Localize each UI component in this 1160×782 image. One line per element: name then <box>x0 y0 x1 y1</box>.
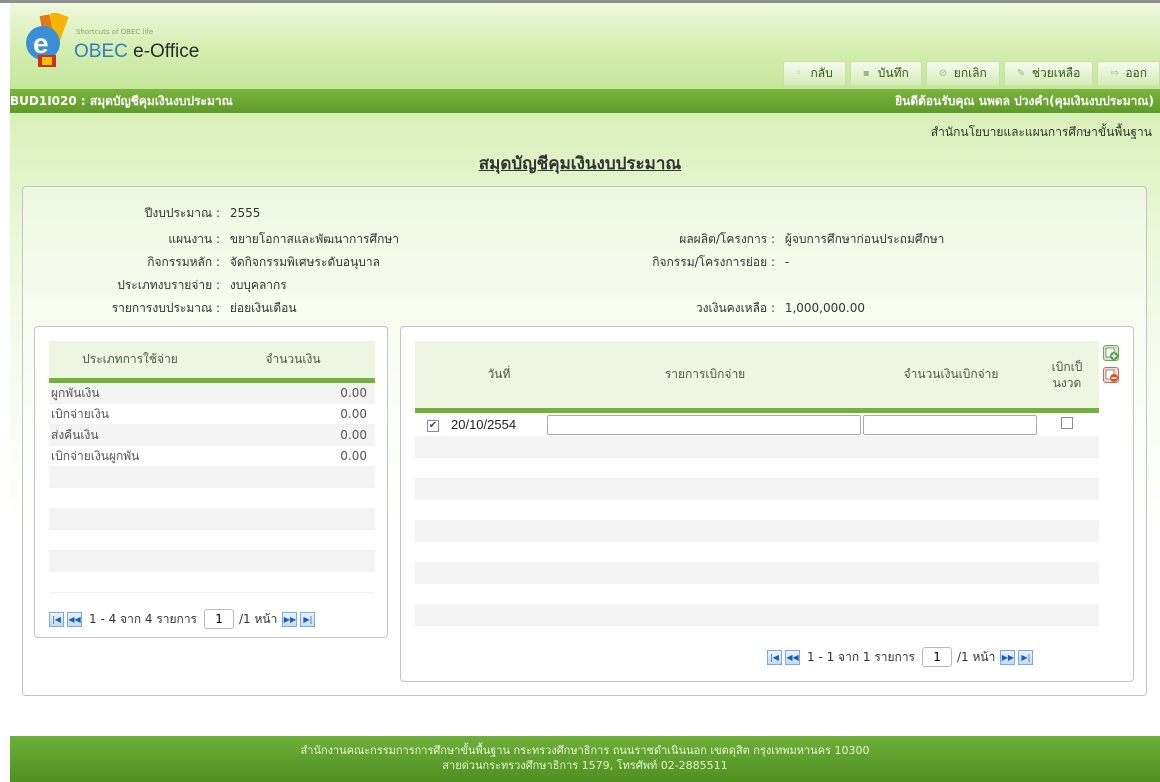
left-page-input[interactable] <box>204 609 235 629</box>
right-pager: |◀ ◀◀ 1 - 1 จาก 1 รายการ /1 หน้า ▶▶ ▶| <box>767 647 1034 667</box>
right-page-input[interactable] <box>922 647 953 667</box>
exit-icon: ⇨ <box>1110 67 1119 79</box>
left-pager: |◀ ◀◀ 1 - 4 จาก 4 รายการ /1 หน้า ▶▶ ▶| <box>49 609 316 629</box>
empty-row <box>415 584 1099 605</box>
col-installment[interactable]: เบิกเป็นงวด <box>1039 359 1095 391</box>
welcome-user: ยินดีต้อนรับคุณ นพดล ปวงคำ(คุมเงินงบประม… <box>895 94 1154 108</box>
last-page-icon[interactable]: ▶| <box>300 611 316 627</box>
app-brand: OBEC e-Office <box>74 41 200 62</box>
page-title: สมุดบัญชีคุมเงินงบประมาณ <box>478 154 682 174</box>
next-page-icon[interactable]: ▶▶ <box>282 611 298 627</box>
left-grid-header: ประเภทการใช้จ่าย จำนวนเงิน <box>49 341 375 383</box>
page-footer: สำนักงานคณะกรรมการการศึกษาขั้นพื้นฐาน กร… <box>10 736 1160 782</box>
info-sub-activity: กิจกรรม/โครงการย่อย : - <box>652 255 790 269</box>
organization-name: สำนักนโยบายและแผนการศึกษาขั้นพื้นฐาน <box>930 125 1152 139</box>
empty-row <box>415 542 1099 563</box>
empty-row <box>415 605 1099 626</box>
delete-row-icon[interactable] <box>1103 367 1119 383</box>
info-plan: แผนงาน : ขยายโอกาสและพัฒนาการศึกษา <box>168 232 400 246</box>
exit-button[interactable]: ⇨ ออก <box>1097 61 1160 85</box>
empty-row <box>49 572 375 593</box>
empty-row <box>415 500 1099 521</box>
next-page-icon[interactable]: ▶▶ <box>1000 649 1016 665</box>
first-page-icon[interactable]: |◀ <box>767 649 782 665</box>
table-row[interactable]: เบิกจ่ายเงินผูกพัน 0.00 <box>49 446 375 467</box>
cancel-button[interactable]: ⊘ ยกเลิก <box>925 61 1000 85</box>
info-main-activity: กิจกรรมหลัก : จัดกิจกรรมพิเศษระดับอนุบาล <box>147 255 380 269</box>
disbursement-amount-input[interactable] <box>863 414 1037 435</box>
table-row[interactable]: ผูกพันเงิน 0.00 <box>49 383 375 404</box>
table-row[interactable]: ✔ 20/10/2554 <box>415 413 1099 437</box>
info-remaining: วงเงินคงเหลือ : 1,000,000.00 <box>695 301 865 315</box>
col-disbursement-item[interactable]: รายการเบิกจ่าย <box>547 365 863 384</box>
info-year: ปีงบประมาณ : 2555 <box>144 206 261 220</box>
empty-row <box>49 530 375 551</box>
save-icon: ▪ <box>862 67 870 79</box>
cancel-icon: ⊘ <box>938 67 948 79</box>
empty-row <box>415 479 1099 500</box>
empty-row <box>49 488 375 509</box>
table-row[interactable]: เบิกจ่ายเงิน 0.00 <box>49 404 375 425</box>
info-expense-type: ประเภทงบรายจ่าย : งบบุคลากร <box>117 278 287 292</box>
info-output: ผลผลิต/โครงการ : ผู้จบการศึกษาก่อนประถมศ… <box>679 232 945 246</box>
row-select-checkbox[interactable]: ✔ <box>427 420 439 432</box>
disbursement-item-input[interactable] <box>547 414 861 435</box>
help-button[interactable]: ✎ ช่วยเหลือ <box>1003 61 1094 85</box>
right-grid-body: ✔ 20/10/2554 <box>415 413 1099 626</box>
empty-row <box>49 509 375 530</box>
last-page-icon[interactable]: ▶| <box>1018 649 1034 665</box>
footer-contact: สายด่วนกระทรวงศึกษาธิการ 1579, โทรศัพท์ … <box>442 759 728 772</box>
help-icon: ✎ <box>1016 67 1026 79</box>
first-page-icon[interactable]: |◀ <box>49 611 64 627</box>
back-button[interactable]: ◦ กลับ <box>782 61 846 85</box>
app-tagline: Shortcuts of OBEC life <box>76 28 154 36</box>
col-date[interactable]: วันที่ <box>451 365 547 384</box>
toolbar: ◦ กลับ ▪ บันทึก ⊘ ยกเลิก ✎ ช่วยเหลือ ⇨ อ… <box>782 61 1160 85</box>
module-code: BUD1I020 : สมุดบัญชีคุมเงินงบประมาณ <box>10 94 233 108</box>
col-disbursement-amount[interactable]: จำนวนเงินเบิกจ่าย <box>863 365 1039 384</box>
footer-address: สำนักงานคณะกรรมการการศึกษาขั้นพื้นฐาน กร… <box>300 744 870 757</box>
prev-page-icon[interactable]: ◀◀ <box>67 611 82 627</box>
svg-text:e: e <box>33 28 49 59</box>
add-row-icon[interactable] <box>1103 345 1119 361</box>
module-title-bar: BUD1I020 : สมุดบัญชีคุมเงินงบประมาณ ยินด… <box>10 89 1160 113</box>
empty-row <box>49 551 375 572</box>
left-grid-body: ผูกพันเงิน 0.00 เบิกจ่ายเงิน 0.00 ส่งคืน… <box>49 383 375 593</box>
info-budget-item: รายการงบประมาณ : ย่อยเงินเดือน <box>111 301 297 315</box>
col-amount[interactable]: จำนวนเงิน <box>211 350 375 369</box>
expense-type-panel: ประเภทการใช้จ่าย จำนวนเงิน ผูกพันเงิน 0.… <box>34 326 388 638</box>
back-icon: ◦ <box>795 67 802 79</box>
empty-row <box>49 467 375 488</box>
table-row[interactable]: ส่งคืนเงิน 0.00 <box>49 425 375 446</box>
empty-row <box>415 458 1099 479</box>
col-expense-type[interactable]: ประเภทการใช้จ่าย <box>49 350 211 369</box>
app-header: e Shortcuts of OBEC life OBEC e-Office ◦… <box>10 3 1160 89</box>
save-button[interactable]: ▪ บันทึก <box>849 61 922 85</box>
right-grid-header: วันที่ รายการเบิกจ่าย จำนวนเงินเบิกจ่าย … <box>415 341 1099 413</box>
empty-row <box>415 521 1099 542</box>
empty-row <box>415 563 1099 584</box>
installment-checkbox[interactable] <box>1061 417 1073 429</box>
disbursement-panel: วันที่ รายการเบิกจ่าย จำนวนเงินเบิกจ่าย … <box>400 326 1134 682</box>
empty-row <box>415 437 1099 458</box>
row-date: 20/10/2554 <box>451 417 517 432</box>
prev-page-icon[interactable]: ◀◀ <box>785 649 800 665</box>
obec-logo-icon: e <box>24 10 70 69</box>
